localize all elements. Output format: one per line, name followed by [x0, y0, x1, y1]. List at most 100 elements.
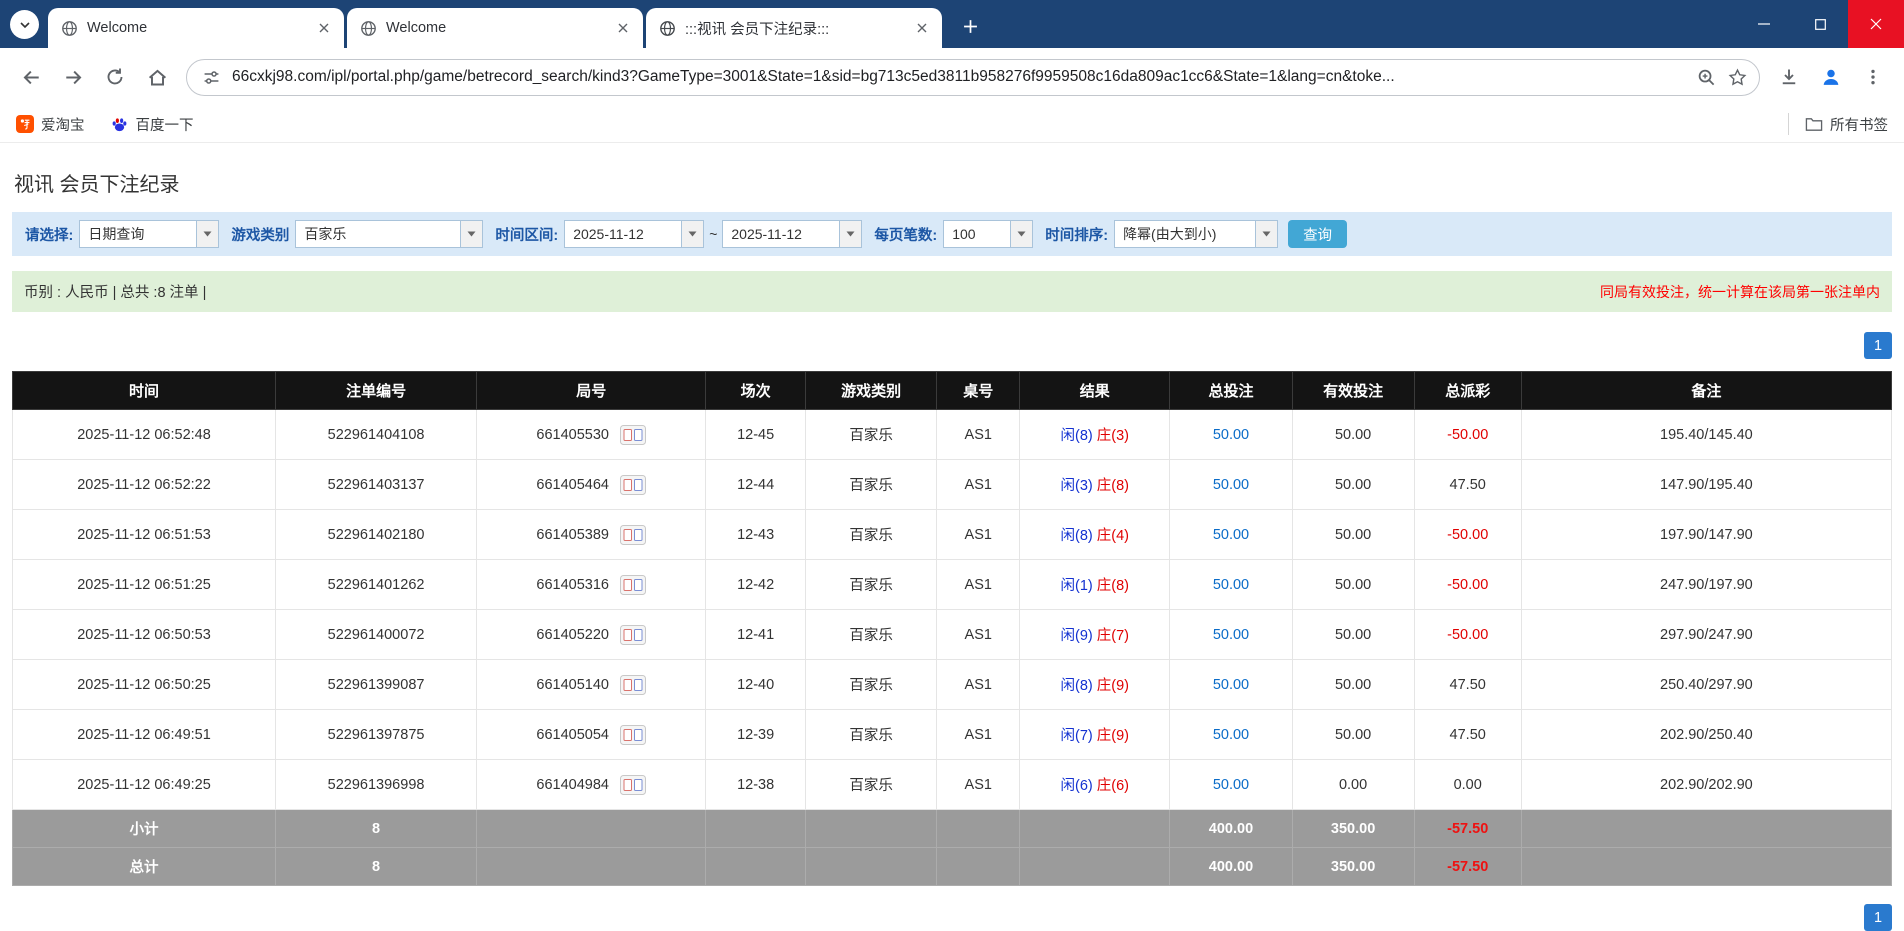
tab-welcome-1[interactable]: Welcome	[48, 8, 344, 48]
payout: -50.00	[1413, 559, 1522, 610]
player-result: 闲(8)	[1060, 678, 1093, 694]
bookmarks-separator	[1788, 113, 1789, 135]
minimize-button[interactable]	[1736, 0, 1792, 48]
search-button[interactable]: 查询	[1288, 220, 1348, 248]
page-1-button[interactable]: 1	[1864, 332, 1892, 359]
summary-cell: 400.00	[1169, 847, 1293, 886]
url-text: 66cxkj98.com/ipl/portal.php/game/betreco…	[232, 68, 1395, 85]
tab-welcome-2[interactable]: Welcome	[347, 8, 643, 48]
round-result-icon[interactable]	[620, 724, 647, 745]
bookmark-star-icon[interactable]	[1728, 68, 1747, 87]
sort-order-select[interactable]: 降幂(由大到小)	[1114, 220, 1279, 248]
tab-close-icon[interactable]	[613, 18, 633, 38]
query-type-value: 日期查询	[88, 226, 145, 242]
chevron-down-icon[interactable]	[839, 221, 862, 247]
chevron-down-icon[interactable]	[1010, 221, 1033, 247]
summary-label: 小计	[11, 809, 277, 848]
zoom-icon[interactable]	[1697, 68, 1716, 87]
page-title: 视讯 会员下注纪录	[14, 174, 180, 196]
round-result-icon[interactable]	[620, 424, 647, 445]
per-page-select[interactable]: 100	[943, 220, 1034, 248]
round-result-icon[interactable]	[620, 624, 647, 645]
total-row: 总计 8 400.00 350.00 -57.50	[11, 847, 1893, 886]
total-bet[interactable]: 50.00	[1169, 409, 1293, 460]
result-cell: 闲(8) 庄(9)	[1019, 659, 1171, 710]
chevron-down-icon[interactable]	[196, 221, 219, 247]
round-cell: 661405530	[476, 409, 707, 460]
page-1-button[interactable]: 1	[1864, 904, 1892, 931]
bet-row: 2025-11-12 06:49:51 522961397875 661405054…	[11, 709, 1893, 760]
total-bet[interactable]: 50.00	[1169, 459, 1293, 510]
home-button[interactable]	[136, 56, 178, 98]
bet-row: 2025-11-12 06:51:53 522961402180 661405389…	[11, 509, 1893, 560]
total-bet[interactable]: 50.00	[1169, 759, 1293, 810]
chevron-down-icon[interactable]	[681, 221, 704, 247]
summary-cell	[804, 809, 938, 848]
summary-notice: 同局有效投注，统一计算在该局第一张注单内	[1600, 283, 1880, 300]
summary-cell: 350.00	[1291, 847, 1415, 886]
summary-cell	[1019, 809, 1171, 848]
date-from-select[interactable]: 2025-11-12	[564, 220, 705, 248]
player-result: 闲(6)	[1060, 778, 1093, 794]
table-number: AS1	[936, 509, 1021, 560]
game-type-select[interactable]: 百家乐	[295, 220, 484, 248]
chevron-down-icon[interactable]	[1255, 221, 1278, 247]
bookmark-baidu[interactable]: 百度一下	[111, 114, 194, 135]
refresh-button[interactable]	[94, 56, 136, 98]
menu-kebab-button[interactable]	[1852, 56, 1894, 98]
tab-close-icon[interactable]	[314, 18, 334, 38]
home-icon	[147, 67, 168, 88]
column-header: 备注	[1520, 371, 1893, 410]
bet-row: 2025-11-12 06:49:25 522961396998 661404984…	[11, 759, 1893, 810]
tab-close-icon[interactable]	[912, 18, 932, 38]
profile-button[interactable]	[1810, 56, 1852, 98]
banker-result: 庄(9)	[1096, 678, 1129, 694]
date-to-select[interactable]: 2025-11-12	[722, 220, 863, 248]
summary-cell	[1019, 847, 1171, 886]
summary-bar: 币别 : 人民币 | 总共 :8 注单 | 同局有效投注，统一计算在该局第一张注…	[12, 271, 1892, 312]
bookmark-aitaobao[interactable]: 爱淘宝	[16, 114, 85, 135]
table-number: AS1	[936, 559, 1021, 610]
back-button[interactable]	[10, 56, 52, 98]
new-tab-button[interactable]	[953, 9, 987, 43]
filter-label-sort: 时间排序:	[1045, 227, 1109, 244]
profile-icon	[1820, 66, 1842, 88]
tab-search-button[interactable]	[10, 10, 39, 39]
round-cell: 661405464	[476, 459, 707, 510]
download-icon	[1779, 67, 1799, 87]
total-bet[interactable]: 50.00	[1169, 509, 1293, 560]
total-bet[interactable]: 50.00	[1169, 609, 1293, 660]
tab-bet-records-active[interactable]: :::视讯 会员下注纪录:::	[646, 8, 942, 48]
url-bar[interactable]: 66cxkj98.com/ipl/portal.php/game/betreco…	[186, 58, 1760, 96]
note: 195.40/145.40	[1520, 409, 1893, 460]
round-result-icon[interactable]	[620, 524, 647, 545]
downloads-button[interactable]	[1768, 56, 1810, 98]
date-from-value: 2025-11-12	[573, 226, 644, 242]
chevron-down-icon[interactable]	[460, 221, 483, 247]
bet-id: 522961396998	[275, 759, 478, 810]
total-bet[interactable]: 50.00	[1169, 709, 1293, 760]
bet-row: 2025-11-12 06:51:25 522961401262 661405316…	[11, 559, 1893, 610]
forward-button[interactable]	[52, 56, 94, 98]
baidu-icon	[111, 115, 129, 133]
result-cell: 闲(9) 庄(7)	[1019, 609, 1171, 660]
column-header: 桌号	[936, 371, 1021, 410]
round-result-icon[interactable]	[620, 774, 647, 795]
filter-label-date-range: 时间区间:	[495, 227, 559, 244]
total-bet[interactable]: 50.00	[1169, 559, 1293, 610]
close-window-button[interactable]	[1848, 0, 1904, 48]
round-result-icon[interactable]	[620, 674, 647, 695]
round-id: 661405220	[536, 626, 609, 643]
query-type-select[interactable]: 日期查询	[79, 220, 220, 248]
bet-table-body: 2025-11-12 06:52:48 522961404108 661405530…	[11, 409, 1893, 810]
taobao-icon	[16, 115, 34, 133]
round-result-icon[interactable]	[620, 474, 647, 495]
payout: -50.00	[1413, 609, 1522, 660]
round-id: 661404984	[536, 776, 609, 793]
maximize-button[interactable]	[1792, 0, 1848, 48]
all-bookmarks-button[interactable]: 所有书签	[1805, 114, 1888, 135]
total-bet[interactable]: 50.00	[1169, 659, 1293, 710]
round-result-icon[interactable]	[620, 574, 647, 595]
site-settings-icon[interactable]	[203, 69, 220, 86]
player-result: 闲(8)	[1060, 528, 1093, 544]
